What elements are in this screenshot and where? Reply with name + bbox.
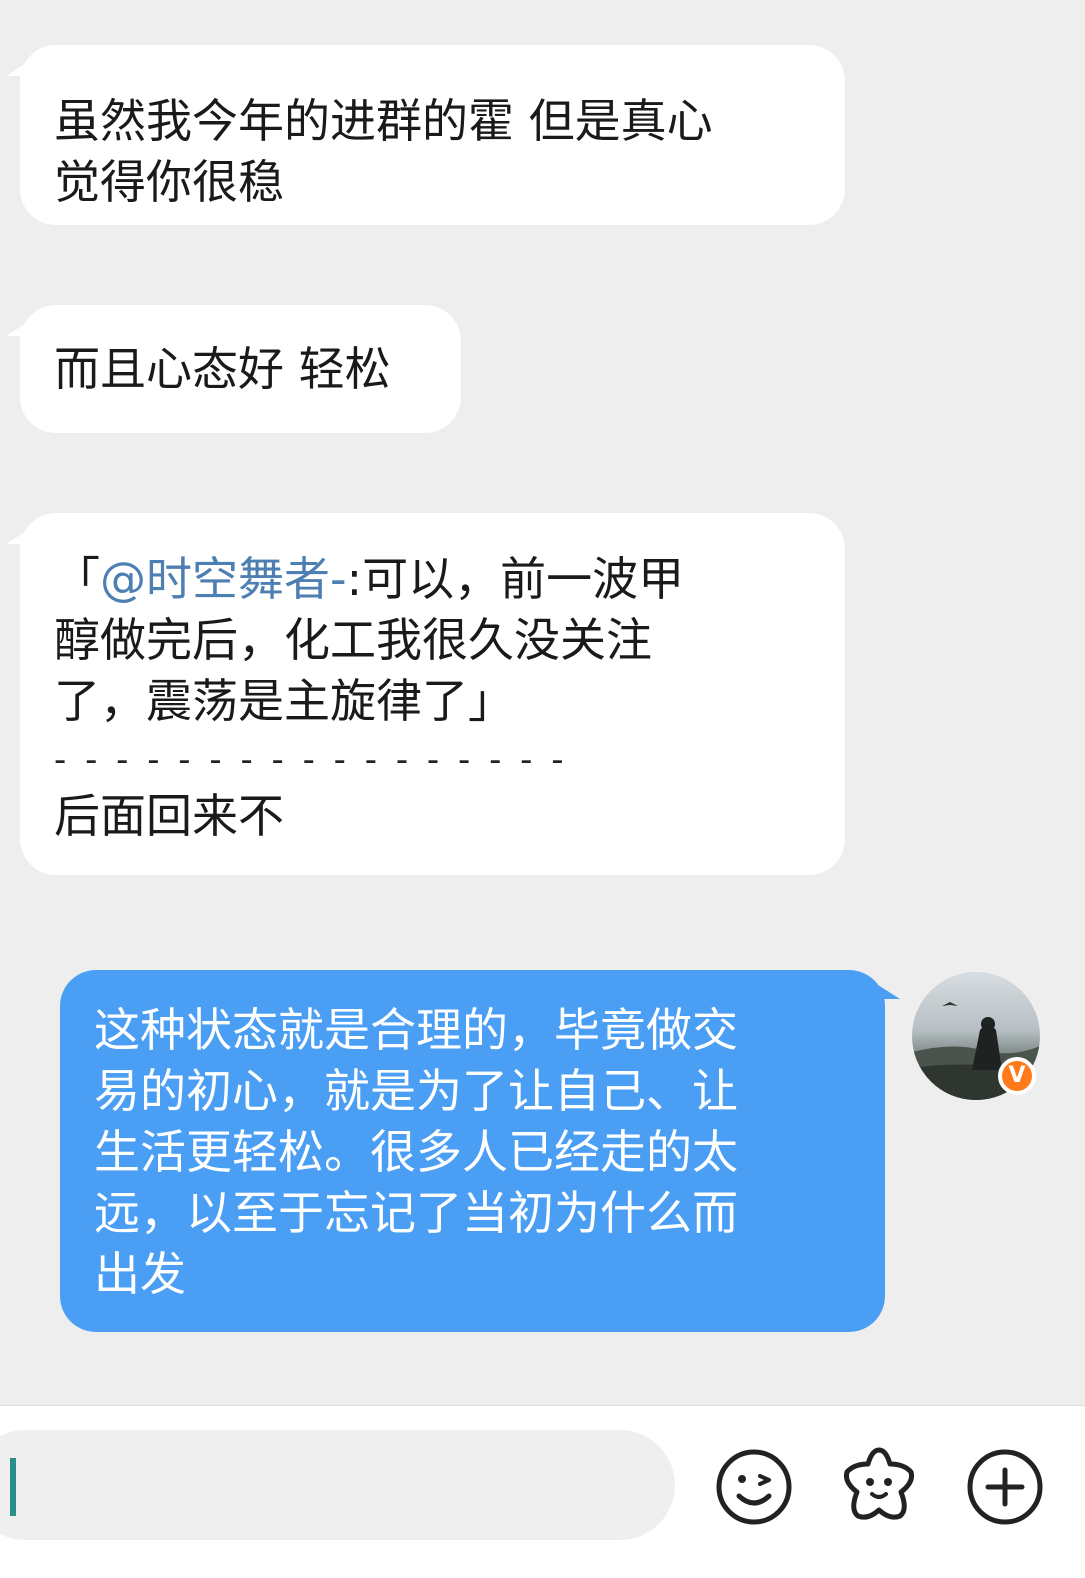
message-bubble-1[interactable]: 虽然我今年的进群的霍 但是真心 觉得你很稳 (20, 45, 845, 225)
message-bubble-4[interactable]: 这种状态就是合理的，毕竟做交 易的初心，就是为了让自己、让 生活更轻松。很多人已… (60, 970, 885, 1332)
quoted-message: 「@时空舞者-:可以，前一波甲 (54, 552, 685, 606)
message-text: 易的初心，就是为了让自己、让 (94, 1064, 738, 1118)
message-text: 这种状态就是合理的，毕竟做交 (94, 1003, 738, 1057)
text-cursor (10, 1458, 16, 1516)
sticker-icon (844, 1447, 914, 1520)
message-text: 后面回来不 (54, 789, 284, 843)
message-text: 远，以至于忘记了当初为什么而 (94, 1186, 738, 1240)
message-text: 虽然我今年的进群的霍 但是真心 (54, 94, 713, 148)
message-text: 生活更轻松。很多人已经走的太 (94, 1125, 738, 1179)
message-text: 而且心态好 轻松 (54, 342, 391, 396)
message-text: 出发 (94, 1247, 186, 1301)
quoted-message-line: 醇做完后，化工我很久没关注 (54, 613, 652, 667)
emoji-button[interactable] (713, 1446, 795, 1528)
message-text: 觉得你很稳 (54, 155, 284, 209)
verified-badge-icon: V (998, 1057, 1036, 1095)
mention-link[interactable]: @时空舞者- (100, 552, 347, 606)
message-bubble-3[interactable]: 「@时空舞者-:可以，前一波甲 醇做完后，化工我很久没关注 了，震荡是主旋律了」… (20, 513, 845, 875)
message-input[interactable] (0, 1430, 675, 1540)
quote-divider: - - - - - - - - - - - - - - - - - (54, 740, 568, 780)
emoji-icon (716, 1449, 792, 1525)
more-button[interactable] (964, 1446, 1046, 1528)
plus-icon (967, 1449, 1043, 1525)
sticker-button[interactable] (838, 1442, 920, 1524)
quoted-message-line: 了，震荡是主旋律了」 (54, 674, 514, 728)
message-bubble-2[interactable]: 而且心态好 轻松 (20, 305, 461, 433)
